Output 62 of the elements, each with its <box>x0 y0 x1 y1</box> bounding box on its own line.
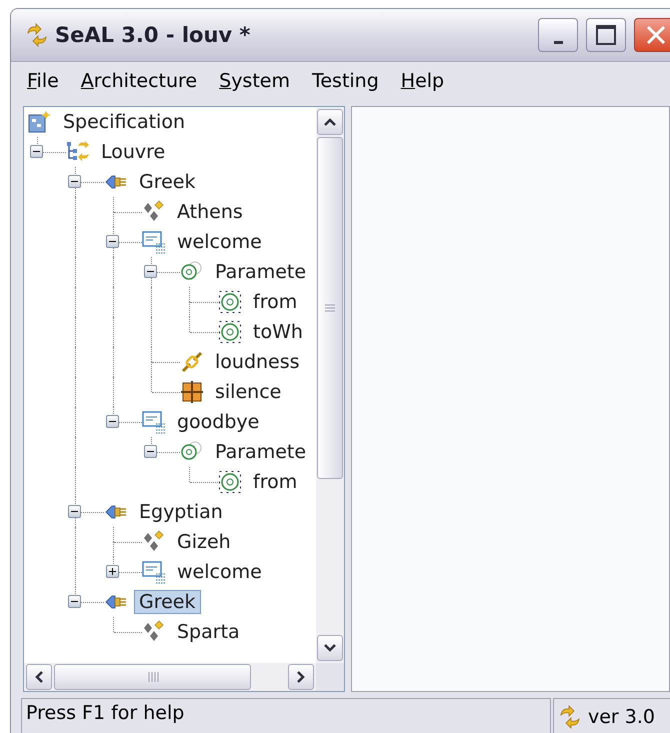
menu-item[interactable]: System <box>211 68 298 94</box>
tree-item[interactable]: Sparta <box>172 620 245 644</box>
menu-item[interactable]: Testing <box>304 68 387 94</box>
chevron-up-icon <box>323 117 337 127</box>
tree-item[interactable]: Egyptian <box>134 500 228 524</box>
tree-item[interactable]: toWh <box>248 320 308 344</box>
close-icon <box>644 23 668 47</box>
tree-item[interactable]: from <box>248 470 302 494</box>
tree-item[interactable]: loudness <box>210 350 305 374</box>
scroll-left-button[interactable] <box>26 664 52 690</box>
tree-item[interactable]: goodbye <box>172 410 264 434</box>
at-sign-icon <box>218 470 242 494</box>
chevron-right-icon <box>296 670 306 684</box>
menu-item[interactable]: Architecture <box>72 68 206 94</box>
tree-item[interactable]: Specification <box>58 110 190 134</box>
collapse-toggle[interactable] <box>30 145 43 158</box>
collapse-toggle[interactable] <box>144 265 157 278</box>
document-list-icon <box>142 560 166 584</box>
maximize-icon <box>595 24 617 46</box>
tree-item[interactable]: from <box>248 290 302 314</box>
scrollbar-thumb[interactable] <box>317 137 343 479</box>
scroll-up-button[interactable] <box>317 109 343 135</box>
tree-item[interactable]: Athens <box>172 200 248 224</box>
window-title: SeAL 3.0 - louv * <box>55 23 252 47</box>
tree-item[interactable]: welcome <box>172 230 267 254</box>
tree-item[interactable]: Greek <box>134 170 200 194</box>
menu-item[interactable]: Help <box>392 68 452 94</box>
version-label: ver 3.0 <box>588 706 656 728</box>
collapse-toggle[interactable] <box>68 595 81 608</box>
minimize-button[interactable] <box>538 18 578 52</box>
scrollbar-thumb[interactable] <box>54 664 251 690</box>
arrows-logo-icon <box>558 704 582 728</box>
chevron-left-icon <box>34 670 44 684</box>
chevron-down-icon <box>323 643 337 653</box>
collapse-toggle[interactable] <box>106 415 119 428</box>
collapse-toggle[interactable] <box>144 445 157 458</box>
tree-item[interactable]: Louvre <box>96 140 170 164</box>
scroll-right-button[interactable] <box>288 664 314 690</box>
at-sign-icon <box>218 290 242 314</box>
tree-item[interactable]: welcome <box>172 560 267 584</box>
document-list-icon <box>142 410 166 434</box>
tree-item[interactable]: Gizeh <box>172 530 236 554</box>
tree-item[interactable]: silence <box>210 380 286 404</box>
collapse-toggle[interactable] <box>68 505 81 518</box>
scroll-down-button[interactable] <box>317 635 343 661</box>
hierarchy-folder-icon <box>28 110 52 134</box>
menu-item[interactable]: File <box>19 68 67 94</box>
collapse-toggle[interactable] <box>68 175 81 188</box>
arrows-logo-icon <box>25 23 49 47</box>
at-sign-icon <box>218 320 242 344</box>
tree-item[interactable]: Paramete <box>210 260 312 284</box>
tree-item[interactable]: Paramete <box>210 440 312 464</box>
close-button[interactable] <box>634 18 670 52</box>
status-message: Press F1 for help <box>21 698 551 733</box>
collapse-toggle[interactable] <box>106 235 119 248</box>
document-list-icon <box>142 230 166 254</box>
maximize-button[interactable] <box>586 18 626 52</box>
tree-item[interactable]: Greek <box>134 590 200 614</box>
chain-link-icon <box>180 350 204 374</box>
minimize-icon <box>554 40 562 44</box>
expand-toggle[interactable] <box>106 565 119 578</box>
grid-icon <box>180 380 204 404</box>
